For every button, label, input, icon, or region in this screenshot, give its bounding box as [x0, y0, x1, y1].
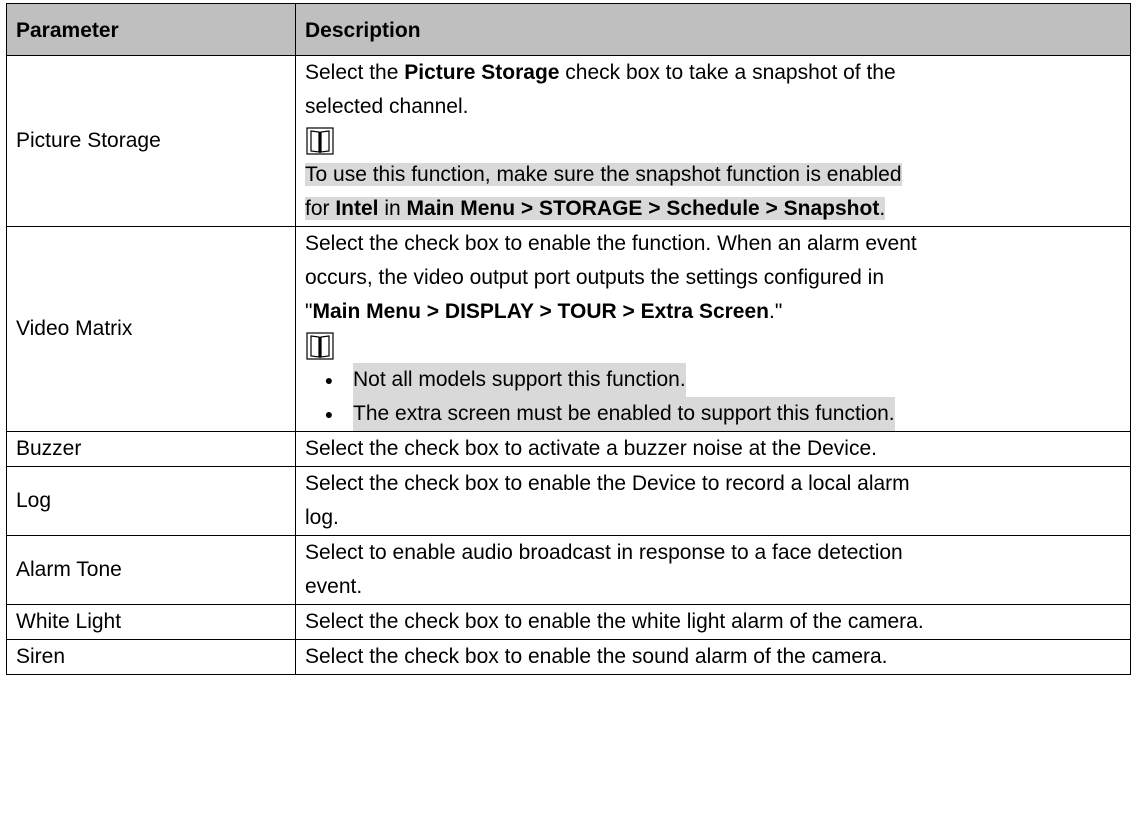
list-item: ● The extra screen must be enabled to sup…: [305, 397, 1121, 431]
text-segment: check box to take a snapshot of the: [559, 61, 896, 84]
table-row: White Light Select the check box to enab…: [6, 604, 1131, 640]
bullet-dot-icon: ●: [324, 372, 334, 388]
bold-menu-path: Main Menu > STORAGE > Schedule > Snapsho…: [406, 197, 880, 220]
desc-line: event.: [305, 575, 363, 598]
bold-term: Intel: [335, 197, 379, 220]
table-header-row: Parameter Description: [6, 3, 1131, 56]
param-picture-storage: Picture Storage: [6, 55, 296, 227]
param-siren: Siren: [6, 639, 296, 675]
desc-line: log.: [305, 506, 339, 529]
desc-buzzer: Select the check box to activate a buzze…: [295, 431, 1131, 467]
bullet-text: Not all models support this function.: [353, 363, 686, 397]
header-parameter: Parameter: [6, 3, 296, 56]
note-text: for Intel in Main Menu > STORAGE > Sched…: [305, 197, 886, 220]
note-line: for Intel in Main Menu > STORAGE > Sched…: [305, 192, 1121, 226]
desc-alarm-tone: Select to enable audio broadcast in resp…: [295, 535, 1131, 605]
table-row: Buzzer Select the check box to activate …: [6, 431, 1131, 467]
desc-line: Select the check box to enable the Devic…: [305, 472, 910, 495]
table-row: Log Select the check box to enable the D…: [6, 466, 1131, 536]
param-log: Log: [6, 466, 296, 536]
header-description: Description: [295, 3, 1131, 56]
text-segment: .: [879, 197, 886, 220]
param-video-matrix: Video Matrix: [6, 226, 296, 432]
text-segment: Select the: [305, 61, 405, 84]
param-buzzer: Buzzer: [6, 431, 296, 467]
desc-picture-storage: Select the Picture Storage check box to …: [295, 55, 1131, 227]
table-row: Picture Storage Select the Picture Stora…: [6, 55, 1131, 227]
table-row: Alarm Tone Select to enable audio broadc…: [6, 535, 1131, 605]
list-item: ● Not all models support this function.: [305, 363, 1121, 397]
bold-term: Picture Storage: [404, 61, 560, 84]
desc-line: selected channel.: [305, 95, 469, 118]
desc-line: Select the check box to enable the funct…: [305, 232, 917, 255]
desc-line: "Main Menu > DISPLAY > TOUR > Extra Scre…: [305, 295, 1121, 329]
text-segment: in: [378, 197, 407, 220]
desc-siren: Select the check box to enable the sound…: [295, 639, 1131, 675]
note-text: To use this function, make sure the snap…: [305, 163, 902, 186]
desc-line: Select to enable audio broadcast in resp…: [305, 541, 903, 564]
desc-white-light: Select the check box to enable the white…: [295, 604, 1131, 640]
note-line: To use this function, make sure the snap…: [305, 158, 1121, 192]
desc-log: Select the check box to enable the Devic…: [295, 466, 1131, 536]
param-alarm-tone: Alarm Tone: [6, 535, 296, 605]
text-segment: .": [769, 300, 783, 323]
book-note-icon: [306, 127, 334, 155]
table-row: Siren Select the check box to enable the…: [6, 639, 1131, 675]
parameter-table: Parameter Description Picture Storage Se…: [6, 3, 1131, 675]
text-segment: for: [305, 197, 336, 220]
param-white-light: White Light: [6, 604, 296, 640]
book-note-icon: [306, 332, 334, 360]
bold-menu-path: Main Menu > DISPLAY > TOUR > Extra Scree…: [312, 300, 769, 323]
desc-line: Select the Picture Storage check box to …: [305, 56, 1121, 90]
desc-line: occurs, the video output port outputs th…: [305, 266, 885, 289]
bullet-text: The extra screen must be enabled to supp…: [353, 397, 895, 431]
bullet-dot-icon: ●: [324, 406, 334, 422]
table-row: Video Matrix Select the check box to ena…: [6, 226, 1131, 432]
bullet-list: ● Not all models support this function. ●…: [305, 363, 1121, 431]
desc-video-matrix: Select the check box to enable the funct…: [295, 226, 1131, 432]
